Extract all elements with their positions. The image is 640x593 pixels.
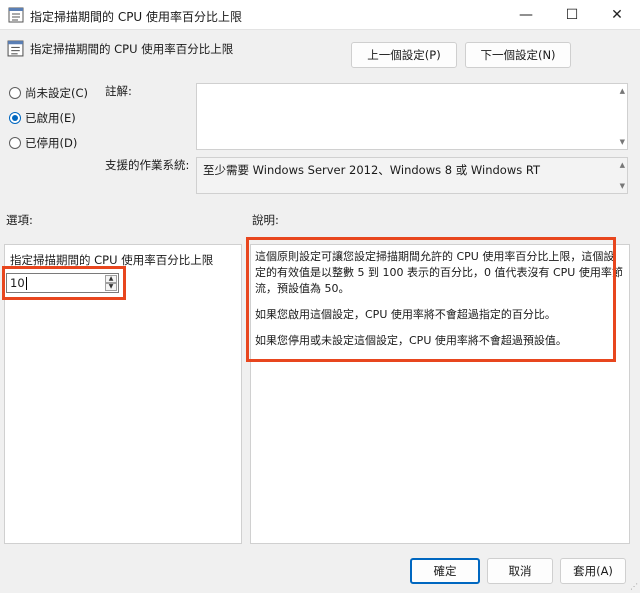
radio-not-configured[interactable]: 尚未設定(C) xyxy=(9,85,88,103)
help-label: 說明: xyxy=(252,213,279,227)
window-title: 指定掃描期間的 CPU 使用率百分比上限 xyxy=(30,10,243,24)
supported-label: 支援的作業系統: xyxy=(105,158,190,172)
ok-button[interactable]: 確定 xyxy=(410,558,480,584)
scroll-up-icon[interactable]: ▲ xyxy=(620,161,625,169)
supported-on-box: 至少需要 Windows Server 2012、Windows 8 或 Win… xyxy=(196,157,628,194)
cancel-button[interactable]: 取消 xyxy=(487,558,553,584)
scroll-down-icon[interactable]: ▼ xyxy=(620,182,625,190)
resize-grip-icon[interactable]: ⋰ xyxy=(630,582,638,591)
comment-textarea[interactable]: ▲ ▼ xyxy=(196,83,628,150)
minimize-button[interactable]: — xyxy=(503,0,549,30)
radio-circle[interactable] xyxy=(9,112,21,124)
policy-icon xyxy=(7,40,24,57)
maximize-button[interactable]: ☐ xyxy=(549,0,595,30)
close-button[interactable]: ✕ xyxy=(594,0,640,30)
radio-label: 已啟用(E) xyxy=(25,111,76,125)
radio-disabled[interactable]: 已停用(D) xyxy=(9,135,77,153)
radio-circle[interactable] xyxy=(9,137,21,149)
comment-label: 註解: xyxy=(105,84,132,98)
scroll-down-icon[interactable]: ▼ xyxy=(620,138,625,146)
options-label: 選項: xyxy=(6,213,33,227)
radio-enabled[interactable]: 已啟用(E) xyxy=(9,110,76,128)
apply-button[interactable]: 套用(A) xyxy=(560,558,626,584)
radio-circle[interactable] xyxy=(9,87,21,99)
highlight-box-help xyxy=(246,237,616,362)
radio-label: 已停用(D) xyxy=(25,136,78,150)
highlight-box-input xyxy=(2,266,126,300)
policy-icon xyxy=(8,7,24,23)
title-bar: 指定掃描期間的 CPU 使用率百分比上限 — ☐ ✕ xyxy=(0,0,640,30)
supported-on-value: 至少需要 Windows Server 2012、Windows 8 或 Win… xyxy=(203,163,541,177)
policy-title: 指定掃描期間的 CPU 使用率百分比上限 xyxy=(30,42,234,56)
previous-setting-button[interactable]: 上一個設定(P) xyxy=(351,42,457,68)
radio-label: 尚未設定(C) xyxy=(25,86,89,100)
scroll-up-icon[interactable]: ▲ xyxy=(620,87,625,95)
next-setting-button[interactable]: 下一個設定(N) xyxy=(465,42,571,68)
